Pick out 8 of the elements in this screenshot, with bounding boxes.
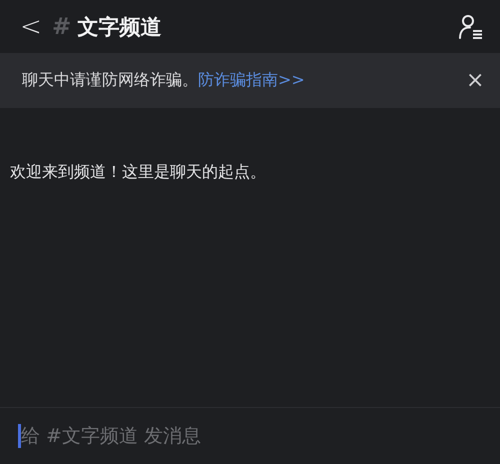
fraud-guide-link[interactable]: 防诈骗指南>>: [198, 70, 305, 89]
channel-hash: #: [52, 14, 72, 40]
close-button[interactable]: ×: [466, 68, 484, 93]
member-list-icon[interactable]: [458, 14, 484, 40]
channel-title: 文字频道: [77, 14, 162, 40]
back-button[interactable]: <: [20, 12, 42, 42]
fraud-warning: 聊天中请谨防网络诈骗。防诈骗指南>>: [22, 70, 306, 91]
welcome-message: 欢迎来到频道！这里是聊天的起点。: [10, 162, 267, 183]
